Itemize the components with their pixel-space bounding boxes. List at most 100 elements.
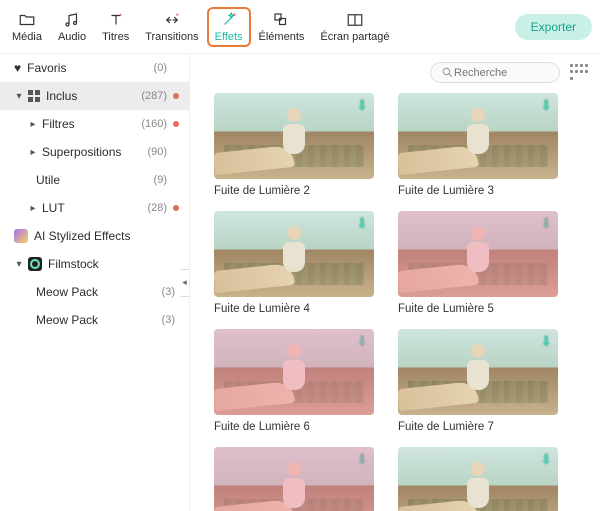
search-icon: [441, 66, 454, 79]
tab-strip: Média Audio Titres Transitions Effets Él…: [4, 7, 398, 47]
effect-thumbnail[interactable]: ⬇: [214, 211, 374, 297]
sidebar-count: (287): [141, 90, 167, 102]
main-body: Favoris (0) ▾ Inclus (287) ▸ Filtres (16…: [0, 54, 600, 511]
effect-label: Fuite de Lumière 2: [214, 185, 374, 197]
tab-media[interactable]: Média: [4, 7, 50, 47]
effect-thumbnail[interactable]: ⬇: [398, 447, 558, 511]
status-dot: [173, 93, 179, 99]
wand-icon: [219, 11, 239, 29]
sidebar-item-filmstock[interactable]: ▾ Filmstock: [0, 250, 189, 278]
sidebar-item-superpositions[interactable]: ▸ Superpositions (90): [0, 138, 189, 166]
download-icon[interactable]: ⬇: [356, 97, 368, 114]
tab-elements[interactable]: Éléments: [251, 7, 313, 47]
sidebar-label: Filmstock: [48, 257, 179, 271]
music-icon: [62, 11, 82, 29]
download-icon[interactable]: ⬇: [356, 333, 368, 350]
sidebar-item-filtres[interactable]: ▸ Filtres (160): [0, 110, 189, 138]
status-dot: [173, 177, 179, 183]
effect-thumbnail[interactable]: ⬇: [398, 211, 558, 297]
search-input[interactable]: [454, 67, 544, 79]
effect-card[interactable]: ⬇ Fuite de Lumière 3: [398, 93, 558, 197]
tab-transitions[interactable]: Transitions: [137, 7, 206, 47]
download-icon[interactable]: ⬇: [540, 451, 552, 468]
splitscreen-icon: [345, 11, 365, 29]
content-area: ⬇Fuite de Lumière 2⬇Fuite de Lumière 3⬇F…: [190, 54, 600, 511]
tab-audio[interactable]: Audio: [50, 7, 94, 47]
effect-label: Fuite de Lumière 3: [398, 185, 558, 197]
download-icon[interactable]: ⬇: [356, 215, 368, 232]
chevron-down-icon: ▾: [14, 91, 24, 102]
sidebar-label: Utile: [36, 173, 154, 187]
shapes-icon: [271, 11, 291, 29]
effect-thumbnail[interactable]: ⬇: [214, 447, 374, 511]
export-button[interactable]: Exporter: [515, 14, 592, 40]
sidebar-item-meowpack[interactable]: Meow Pack (3): [0, 278, 189, 306]
heart-icon: [14, 61, 27, 75]
tab-effects[interactable]: Effets: [207, 7, 251, 47]
transition-icon: [162, 11, 182, 29]
sidebar-item-favoris[interactable]: Favoris (0): [0, 54, 189, 82]
sidebar-item-utile[interactable]: Utile (9): [0, 166, 189, 194]
sidebar-label: Meow Pack: [36, 285, 162, 299]
effect-card[interactable]: ⬇Fuite de Lumière 4: [214, 211, 374, 315]
effect-label: Fuite de Lumière 5: [398, 303, 558, 315]
effect-thumbnail[interactable]: ⬇: [398, 329, 558, 415]
ai-icon: [14, 229, 28, 243]
effect-card[interactable]: ⬇ Fuite de Lumière 5: [398, 211, 558, 315]
chevron-right-icon: ▸: [28, 147, 38, 158]
tab-splitscreen[interactable]: Écran partagé: [312, 7, 397, 47]
download-icon[interactable]: ⬇: [540, 97, 552, 114]
effect-card[interactable]: ⬇Fuite de Lumière 8: [214, 447, 374, 511]
effect-card[interactable]: ⬇Game of Thrones: [398, 447, 558, 511]
sidebar-label: Favoris: [27, 61, 153, 75]
download-icon[interactable]: ⬇: [540, 333, 552, 350]
sidebar-label: Inclus: [46, 89, 141, 103]
sidebar-collapse-handle[interactable]: ◂: [180, 269, 190, 297]
content-toolbar: [190, 54, 600, 87]
download-icon[interactable]: ⬇: [356, 451, 368, 468]
sidebar-item-aistyle[interactable]: AI Stylized Effects: [0, 222, 189, 250]
sidebar-count: (3): [162, 286, 175, 298]
download-icon[interactable]: ⬇: [540, 215, 552, 232]
sidebar-count: (0): [154, 62, 167, 74]
tab-label: Transitions: [145, 31, 198, 43]
grid-icon: [28, 90, 40, 102]
effect-card[interactable]: ⬇ Fuite de Lumière 6: [214, 329, 374, 433]
chevron-right-icon: ▸: [28, 119, 38, 130]
effect-thumbnail[interactable]: ⬇: [214, 93, 374, 179]
sidebar-count: (28): [147, 202, 167, 214]
search-box[interactable]: [430, 62, 560, 83]
sidebar-count: (3): [162, 314, 175, 326]
layout-grid-toggle[interactable]: [570, 64, 588, 82]
tab-label: Média: [12, 31, 42, 43]
sidebar-label: Superpositions: [42, 145, 147, 159]
tab-label: Éléments: [259, 31, 305, 43]
filmstock-icon: [28, 257, 42, 271]
status-dot: [173, 121, 179, 127]
sidebar-item-inclus[interactable]: ▾ Inclus (287): [0, 82, 189, 110]
sidebar-item-meowpack[interactable]: Meow Pack (3): [0, 306, 189, 334]
text-icon: [106, 11, 126, 29]
tab-label: Écran partagé: [320, 31, 389, 43]
effects-gallery[interactable]: ⬇Fuite de Lumière 2⬇Fuite de Lumière 3⬇F…: [190, 87, 600, 511]
effect-thumbnail[interactable]: ⬇: [398, 93, 558, 179]
tab-label: Effets: [215, 31, 243, 43]
folder-icon: [17, 11, 37, 29]
effect-card[interactable]: ⬇Fuite de Lumière 7: [398, 329, 558, 433]
effect-thumbnail[interactable]: ⬇: [214, 329, 374, 415]
chevron-right-icon: ▸: [28, 203, 38, 214]
tab-label: Titres: [102, 31, 129, 43]
effect-label: Fuite de Lumière 6: [214, 421, 374, 433]
sidebar-label: Meow Pack: [36, 313, 162, 327]
sidebar-label: Filtres: [42, 117, 141, 131]
tab-titles[interactable]: Titres: [94, 7, 137, 47]
sidebar-label: AI Stylized Effects: [34, 229, 179, 243]
sidebar-count: (9): [154, 174, 167, 186]
sidebar-item-lut[interactable]: ▸ LUT (28): [0, 194, 189, 222]
effect-card[interactable]: ⬇ Fuite de Lumière 2: [214, 93, 374, 197]
top-toolbar: Média Audio Titres Transitions Effets Él…: [0, 0, 600, 54]
status-dot: [173, 149, 179, 155]
status-dot: [173, 65, 179, 71]
sidebar-count: (160): [141, 118, 167, 130]
sidebar-label: LUT: [42, 201, 147, 215]
